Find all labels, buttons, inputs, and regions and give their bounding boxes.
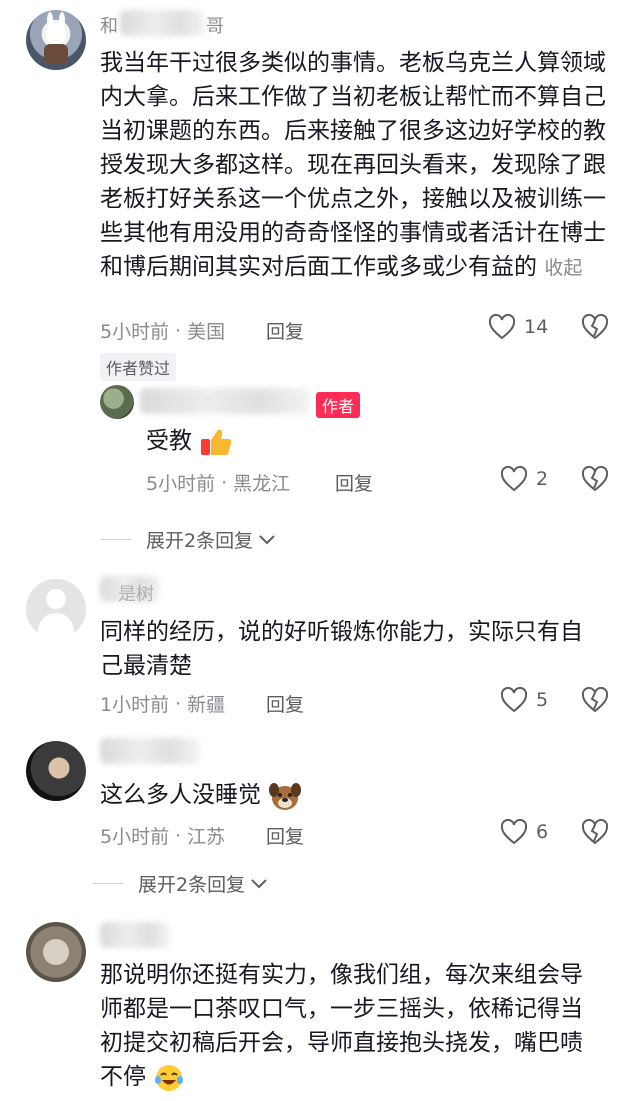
username-tail: 哥 xyxy=(206,16,224,37)
chevron-down-icon xyxy=(251,878,267,888)
reply-button[interactable]: 回复 xyxy=(266,317,304,344)
dislike-button[interactable] xyxy=(581,313,609,344)
like-count: 6 xyxy=(536,821,549,843)
broken-heart-icon xyxy=(581,818,609,845)
comment-meta: 5小时前 · 美国 xyxy=(100,319,226,344)
reply-button[interactable]: 回复 xyxy=(266,690,304,717)
like-button[interactable]: 6 xyxy=(500,819,548,845)
divider xyxy=(100,539,132,540)
username-blur xyxy=(140,388,310,414)
heart-outline-icon xyxy=(500,819,528,845)
like-button[interactable]: 2 xyxy=(500,466,548,492)
like-count: 5 xyxy=(536,689,549,711)
username-blur xyxy=(100,738,200,764)
divider xyxy=(92,883,124,884)
laughing-tears-emoji-icon xyxy=(155,1064,184,1091)
author-liked-badge: 作者赞过 xyxy=(100,353,177,381)
like-count: 14 xyxy=(524,316,549,338)
author-tag: 作者 xyxy=(316,392,361,418)
heart-outline-icon xyxy=(500,466,528,492)
like-count: 2 xyxy=(536,468,549,490)
thumbs-up-icon xyxy=(201,429,232,455)
comment-meta: 1小时前 · 新疆 xyxy=(100,692,226,717)
avatar[interactable] xyxy=(26,10,86,70)
avatar[interactable] xyxy=(100,385,134,419)
comment-meta: 5小时前 · 黑龙江 xyxy=(146,471,291,496)
reply-button[interactable]: 回复 xyxy=(266,822,304,849)
comment-text: 那说明你还挺有实力，像我们组，每次来组会导 师都是一口茶叹口气，一步三摇头，依稀… xyxy=(100,958,620,1094)
comment-text: 受教 xyxy=(146,424,233,458)
broken-heart-icon xyxy=(581,686,609,713)
expand-replies-button[interactable]: 展开2条回复 xyxy=(100,526,277,553)
collapse-link[interactable]: 收起 xyxy=(544,257,582,279)
broken-heart-icon xyxy=(581,313,609,340)
comment-text: 我当年干过很多类似的事情。老板乌克兰人算领域内大拿。后来工作做了当初老板让帮忙而… xyxy=(100,50,606,280)
person-icon xyxy=(46,589,66,609)
avatar[interactable] xyxy=(26,741,86,801)
chevron-down-icon xyxy=(259,534,275,544)
username-blur xyxy=(120,10,205,36)
broken-heart-icon xyxy=(581,465,609,492)
avatar-default[interactable] xyxy=(26,579,86,639)
username[interactable]: 和 xyxy=(100,12,118,38)
comment-text: 同样的经历，说的好听锻炼你能力，实际只有自 己最清楚 xyxy=(100,619,583,679)
heart-outline-icon xyxy=(500,687,528,713)
username-blur xyxy=(100,922,170,948)
expand-replies-button[interactable]: 展开2条回复 xyxy=(92,870,269,897)
dislike-button[interactable] xyxy=(581,818,609,849)
comment-text: 这么多人没睡觉 xyxy=(100,778,302,812)
comment-meta: 5小时前 · 江苏 xyxy=(100,824,226,849)
dog-emoji-icon xyxy=(269,782,302,810)
like-button[interactable]: 5 xyxy=(500,687,548,713)
username-tail: 是树 xyxy=(118,584,154,605)
reply-button[interactable]: 回复 xyxy=(335,469,373,496)
dislike-button[interactable] xyxy=(581,465,609,496)
dislike-button[interactable] xyxy=(581,686,609,717)
person-icon-body xyxy=(38,613,74,639)
like-button[interactable]: 14 xyxy=(488,314,548,340)
heart-outline-icon xyxy=(488,314,516,340)
avatar[interactable] xyxy=(26,922,86,982)
